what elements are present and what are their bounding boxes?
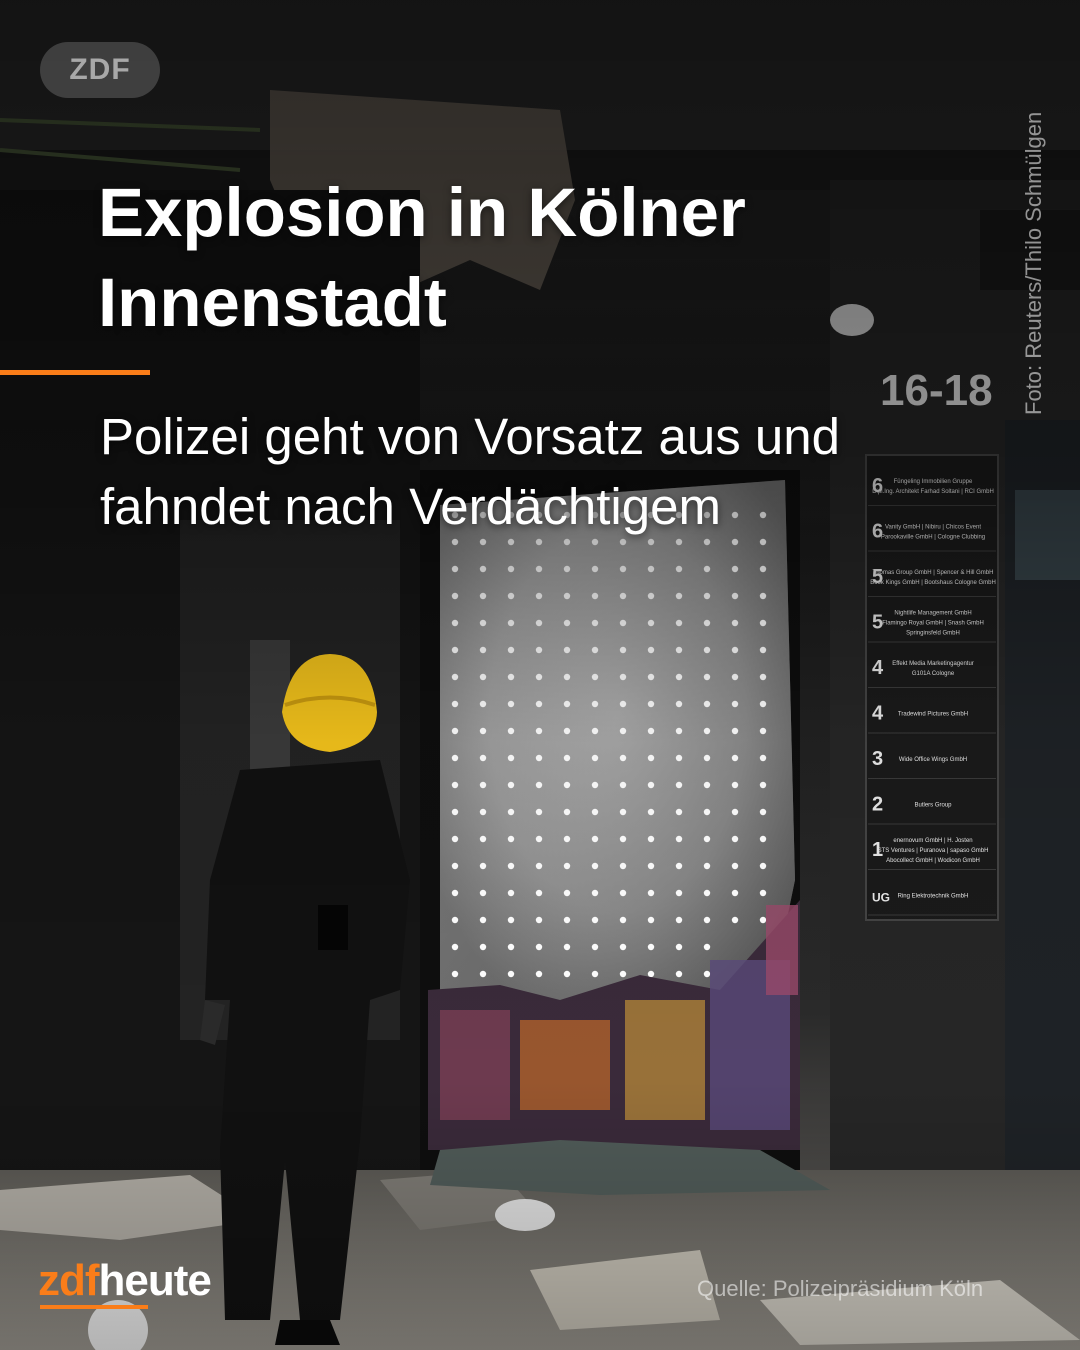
zdf-logo-text: ZDF xyxy=(69,53,131,86)
subline: Polizei geht von Vorsatz aus und fahndet… xyxy=(100,408,840,535)
brand-underline xyxy=(40,1305,148,1309)
accent-divider xyxy=(0,370,150,375)
zdf-logo-icon: ZDF xyxy=(40,42,160,98)
source-credit: Quelle: Polizeipräsidium Köln xyxy=(697,1276,984,1301)
post-card: 16-18 6Füngeling Immobilien GruppeDipl.I… xyxy=(0,0,1080,1350)
brand-heute: heute xyxy=(98,1256,212,1305)
photo-credit: Foto: Reuters/Thilo Schmülgen xyxy=(1021,111,1046,415)
brand-zdf: zdf xyxy=(38,1256,100,1305)
headline: Explosion in Kölner Innenstadt xyxy=(98,174,746,341)
